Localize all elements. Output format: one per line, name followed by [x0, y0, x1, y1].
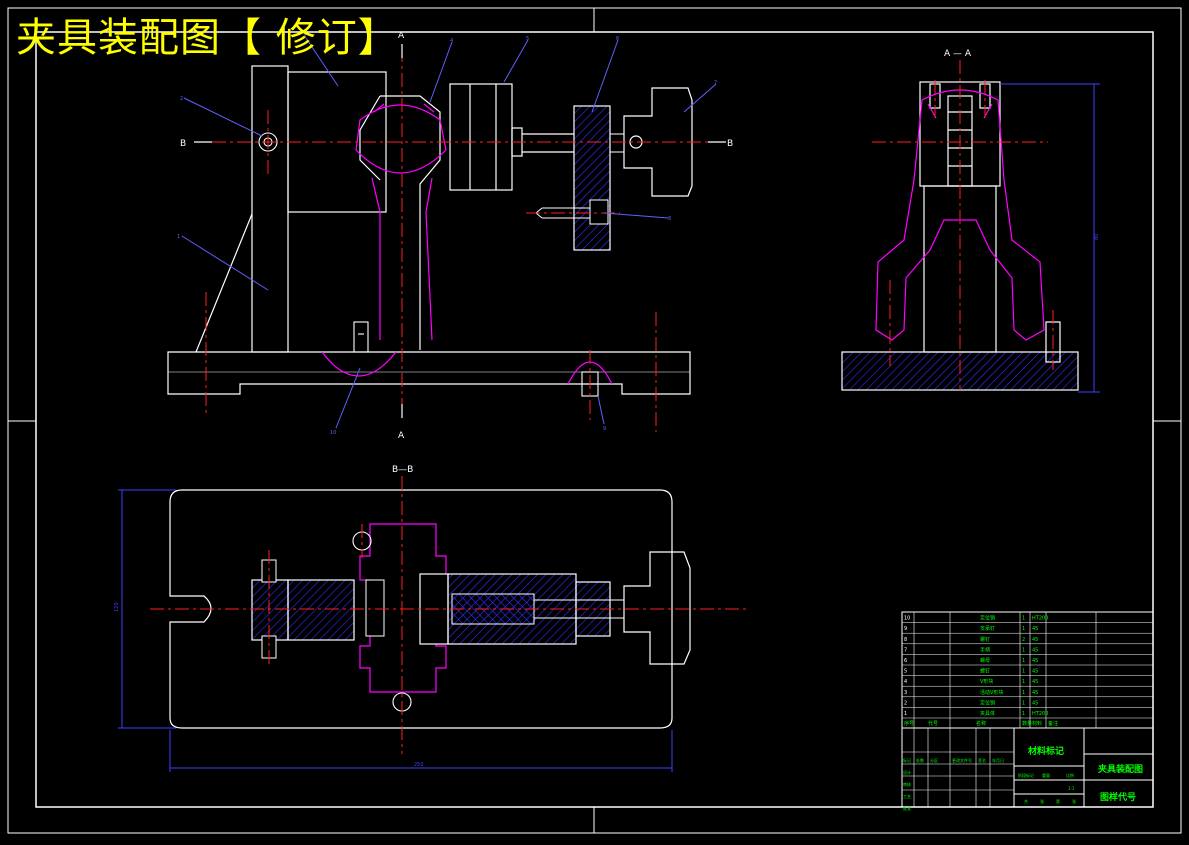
rev-header-cell: 签名: [978, 757, 986, 763]
bom-cell: 1: [1022, 669, 1025, 675]
balloon-7: 7: [714, 80, 717, 86]
rev-header-cell: 年月日: [992, 757, 1004, 763]
stage-label: 阶段标记: [1018, 772, 1034, 778]
section-label-a-bottom: A: [398, 431, 405, 441]
sign-row-label: 批准: [903, 805, 911, 811]
drawing-sheet: A A B B A — A B—B 1 2 3 4 5 6 7 8 9 10 8…: [0, 0, 1189, 841]
sign-rows: 设计审核工艺批准: [903, 769, 911, 811]
balloon-9: 9: [603, 426, 606, 432]
bom-cell: 45: [1032, 647, 1038, 653]
sheet-label: 第: [1056, 798, 1060, 804]
bom-cell: 1: [1022, 711, 1025, 717]
bom-header-cell: 序号: [904, 720, 914, 727]
bom-cell: HT200: [1032, 711, 1048, 717]
plan-view-label: B—B: [392, 465, 413, 475]
bom-cell: 1: [1022, 679, 1025, 685]
bom-cell: 支承钉: [980, 625, 995, 632]
rev-header-cell: 分区: [930, 757, 938, 763]
page-title: 夹具装配图【 修订】: [16, 15, 399, 61]
bom-header-cell: 材料: [1032, 720, 1042, 727]
bom-cell: 夹具体: [980, 710, 995, 717]
part-name: 夹具装配图: [1098, 763, 1143, 775]
bom-cell: 45: [1032, 679, 1038, 685]
dim-plan-width: 250: [414, 762, 424, 768]
sign-row-label: 设计: [903, 769, 911, 775]
stage-labels: 阶段标记 重量 比例: [1018, 772, 1074, 778]
bom-cell: HT200: [1032, 616, 1048, 622]
bom-cell: 45: [1032, 700, 1038, 706]
bom-cell: 手柄: [980, 646, 990, 653]
bom-header: 序号 代号 名称 数量 材料 备注: [904, 720, 1058, 727]
bom-cell: 定位销: [980, 699, 995, 706]
rev-header-cell: 处数: [916, 757, 924, 763]
label-layer: A A B B A — A B—B 1 2 3 4 5 6 7 8 9 10 8…: [114, 31, 1153, 811]
bom-header-cell: 数量: [1022, 720, 1032, 727]
bom-cell: 2: [904, 700, 907, 706]
section-label-b-left: B: [180, 139, 186, 149]
rev-header: 标记 处数 分区 更改文件号 签名 年月日: [903, 757, 1004, 763]
sign-row-label: 工艺: [903, 794, 911, 799]
side-view-label: A — A: [944, 49, 972, 59]
balloon-6: 6: [616, 36, 619, 42]
bom-cell: 1: [1022, 690, 1025, 696]
balloon-10: 10: [330, 430, 336, 436]
stage-label: 重量: [1042, 772, 1050, 778]
bom-cell: 10: [904, 616, 910, 622]
section-label-b-right: B: [727, 139, 733, 149]
bom-cell: 活动V形块: [980, 689, 1003, 696]
balloon-5: 5: [526, 36, 529, 42]
bom-cell: 1: [1022, 658, 1025, 664]
bom-cell: 8: [904, 637, 907, 643]
drawing-no-label: 图样代号: [1100, 791, 1136, 803]
sign-row-label: 审核: [903, 781, 911, 787]
bom-table: 10 定位销 1 HT200 9 支承钉 1 45 8 螺钉 2 45 7 手柄 1 45 6 螺母 1 45 5 螺钉 1…: [902, 615, 1153, 719]
bom-header-cell: 备注: [1048, 720, 1058, 727]
rev-header-cell: 标记: [903, 757, 911, 763]
bom-cell: 1: [904, 711, 907, 717]
bom-cell: 6: [904, 658, 907, 664]
bom-cell: 7: [904, 647, 907, 653]
dim-plan-height: 120: [114, 602, 120, 612]
bom-cell: 螺母: [980, 657, 990, 664]
stage-label: 比例: [1066, 772, 1074, 778]
bom-cell: 1: [1022, 700, 1025, 706]
bom-cell: 45: [1032, 658, 1038, 664]
bom-cell: 9: [904, 626, 907, 632]
bom-cell: 45: [1032, 690, 1038, 696]
dim-side-height: 80: [1094, 234, 1100, 240]
scale-value: 1:1: [1068, 786, 1075, 791]
bom-cell: 4: [904, 679, 907, 685]
balloon-2: 2: [180, 96, 183, 102]
balloon-1: 1: [177, 234, 180, 240]
bom-cell: 螺钉: [980, 636, 990, 643]
bom-header-cell: 名称: [976, 720, 986, 727]
bom-cell: 5: [904, 669, 907, 675]
sheet-label: 张: [1072, 798, 1076, 804]
sheet-label: 张: [1040, 798, 1044, 804]
balloon-4: 4: [450, 38, 453, 44]
balloon-8: 8: [668, 216, 671, 222]
bom-cell: 1: [1022, 626, 1025, 632]
material-label: 材料标记: [1027, 745, 1064, 757]
bom-cell: V形块: [980, 678, 993, 685]
bom-cell: 45: [1032, 626, 1038, 632]
bom-cell: 螺钉: [980, 668, 990, 675]
sheet-labels: 共张第张: [1024, 798, 1076, 804]
rev-header-cell: 更改文件号: [952, 757, 972, 763]
bom-header-cell: 代号: [928, 720, 938, 727]
sheet-label: 共: [1024, 798, 1028, 804]
section-label-a-top: A: [398, 31, 405, 41]
bom-cell: 1: [1022, 647, 1025, 653]
bom-cell: 45: [1032, 669, 1038, 675]
bom-cell: 45: [1032, 637, 1038, 643]
bom-cell: 1: [1022, 616, 1025, 622]
bom-cell: 3: [904, 690, 907, 696]
bom-cell: 定位销: [980, 615, 995, 622]
bom-cell: 2: [1022, 637, 1025, 643]
